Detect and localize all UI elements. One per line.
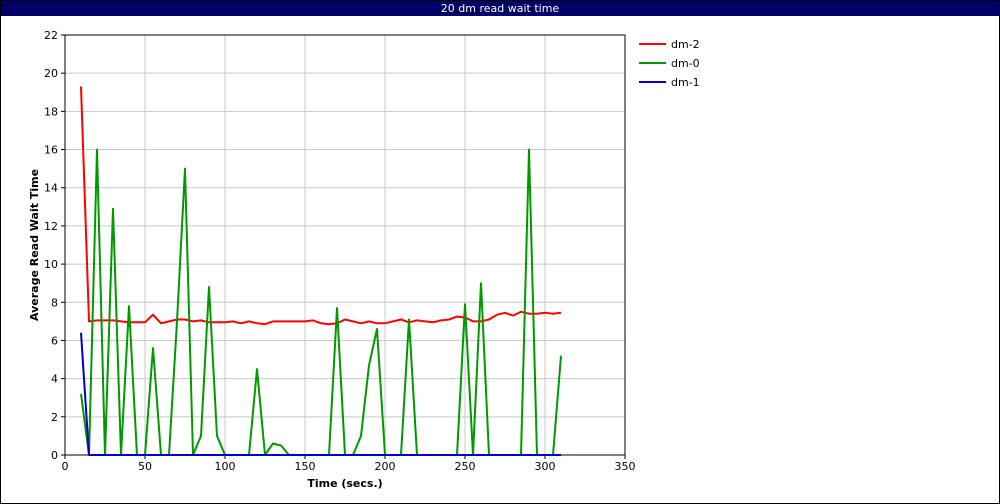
legend-label-dm-1: dm-1 <box>671 76 700 89</box>
x-tick-label: 200 <box>375 460 396 473</box>
y-axis-title: Average Read Wait Time <box>28 169 41 321</box>
x-tick-label: 100 <box>215 460 236 473</box>
x-tick-label: 300 <box>535 460 556 473</box>
y-axis: 0 2 4 6 8 10 12 14 16 18 20 22 <box>44 29 65 462</box>
y-tick-label: 8 <box>51 296 58 309</box>
y-tick-label: 12 <box>44 220 58 233</box>
y-tick-label: 22 <box>44 29 58 42</box>
legend-label-dm-2: dm-2 <box>671 38 700 51</box>
y-tick-label: 4 <box>51 373 58 386</box>
line-chart: 0 50 100 150 200 250 300 350 0 2 4 6 8 10 12 14 16 18 20 2… <box>28 29 700 490</box>
y-tick-label: 10 <box>44 258 58 271</box>
y-tick-label: 20 <box>44 67 58 80</box>
y-tick-label: 2 <box>51 411 58 424</box>
y-tick-label: 16 <box>44 144 58 157</box>
y-tick-label: 6 <box>51 334 58 347</box>
y-tick-label: 14 <box>44 182 58 195</box>
series-lines <box>80 86 562 456</box>
x-axis-title: Time (secs.) <box>307 477 382 490</box>
x-tick-label: 250 <box>455 460 476 473</box>
x-axis: 0 50 100 150 200 250 300 350 <box>62 455 636 473</box>
y-tick-label: 0 <box>51 449 58 462</box>
x-tick-label: 350 <box>615 460 636 473</box>
series-line-dm-2 <box>80 86 562 326</box>
x-tick-label: 0 <box>62 460 69 473</box>
x-tick-label: 50 <box>138 460 152 473</box>
legend: dm-2 dm-0 dm-1 <box>639 38 700 89</box>
legend-label-dm-0: dm-0 <box>671 57 700 70</box>
x-tick-label: 150 <box>295 460 316 473</box>
y-tick-label: 18 <box>44 105 58 118</box>
